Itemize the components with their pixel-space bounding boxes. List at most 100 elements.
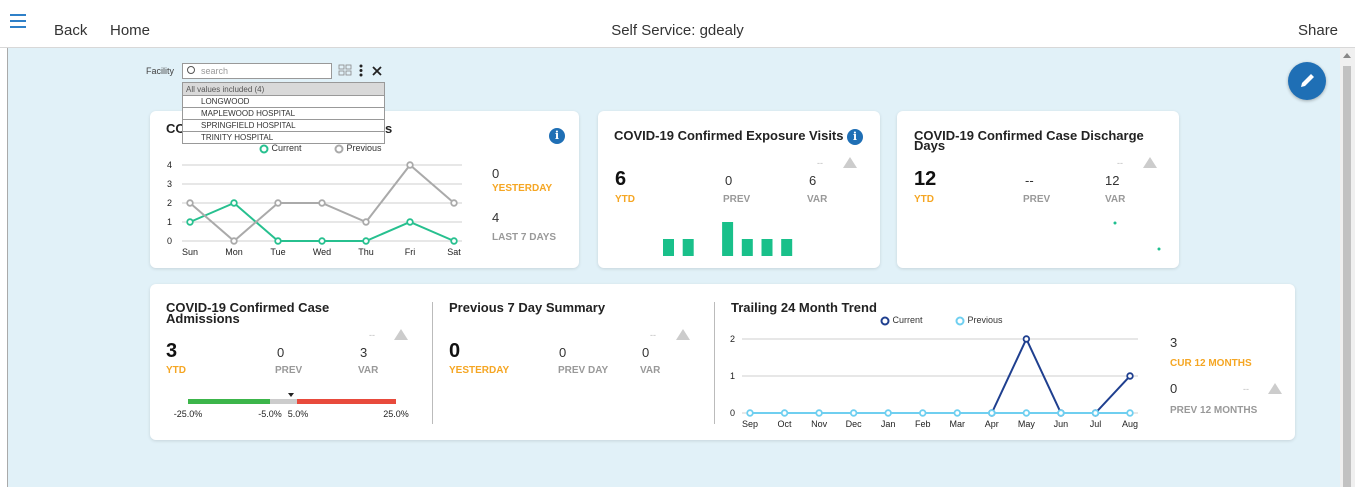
top-bar: Back Home Self Service: gdealy Share [0, 0, 1355, 48]
spark-bar [761, 239, 773, 256]
y-tick-label: 0 [167, 236, 172, 246]
data-point [406, 161, 414, 169]
trend-up-icon [843, 157, 857, 168]
prevday-label: PREV DAY [558, 365, 609, 376]
ytd-value: 3 [166, 340, 178, 362]
prev-label: PREV [1023, 194, 1051, 205]
close-icon[interactable] [372, 66, 382, 76]
prev-value: 0 [277, 345, 285, 360]
yesterday-value: 0 [449, 340, 461, 362]
exposure-visits-card: COVID-19 Confirmed Exposure Visits i -- … [598, 111, 880, 268]
var-label: VAR [807, 194, 828, 205]
card-title: COVID-19 Confirmed Exposure Visits [614, 128, 844, 143]
sparkline-bars [663, 222, 793, 256]
data-point [953, 409, 961, 417]
dash-text: -- [1243, 384, 1249, 394]
x-tick-label: Aug [1122, 419, 1138, 429]
all-values-item[interactable]: All values included (4) [183, 83, 384, 95]
prev-value: -- [1025, 173, 1034, 188]
sparkline-dots [1113, 221, 1161, 251]
y-tick-label: 1 [730, 371, 735, 381]
x-tick-label: Nov [811, 419, 828, 429]
edit-button[interactable] [1288, 62, 1326, 100]
summary-title: Previous 7 Day Summary [449, 300, 606, 315]
prev12-label: PREV 12 MONTHS [1170, 405, 1258, 416]
cur12-value: 3 [1170, 335, 1178, 350]
variance-gauge: -25.0% -5.0% 5.0% 25.0% [174, 393, 409, 419]
data-point [1091, 409, 1100, 417]
facility-option[interactable]: SPRINGFIELD HOSPITAL [183, 119, 384, 131]
yesterday-value: 0 [492, 166, 500, 181]
scrollbar-thumb[interactable] [1343, 66, 1351, 487]
data-point [186, 199, 194, 207]
yesterday-label: YESTERDAY [449, 365, 510, 376]
legend-previous-label: Previous [967, 315, 1003, 325]
x-tick-label: Sun [182, 247, 198, 257]
card-title-line2: Admissions [166, 311, 240, 326]
facility-search-input[interactable]: search [182, 63, 332, 79]
facility-label: Facility [146, 66, 175, 76]
data-point [230, 237, 238, 245]
ytd-label: YTD [166, 365, 186, 376]
last7-value: 4 [492, 210, 500, 225]
data-point [988, 409, 996, 417]
discharge-days-card: COVID-19 Confirmed Case Discharge Days -… [897, 111, 1179, 268]
search-icon [187, 66, 195, 74]
facility-option[interactable]: TRINITY HOSPITAL [183, 131, 384, 143]
var-value: 12 [1105, 173, 1120, 188]
trend-title: Trailing 24 Month Trend [731, 300, 877, 315]
info-icon[interactable]: i [549, 128, 565, 144]
cur12-label: CUR 12 MONTHS [1170, 358, 1252, 369]
data-point [1057, 409, 1065, 417]
vertical-scrollbar[interactable] [1340, 48, 1355, 487]
y-tick-label: 3 [167, 179, 172, 189]
facility-dropdown: All values included (4) LONGWOOD MAPLEWO… [182, 82, 385, 144]
x-tick-label: May [1018, 419, 1036, 429]
y-tick-label: 4 [167, 160, 172, 170]
gauge-tick: 5.0% [288, 409, 309, 419]
data-point [1126, 409, 1134, 417]
dash-text: -- [650, 330, 656, 340]
data-point [884, 409, 892, 417]
spark-bar [682, 239, 694, 256]
legend-previous: Previous [334, 143, 382, 154]
gauge-tick: 25.0% [383, 409, 409, 419]
var-value: 3 [360, 345, 368, 360]
data-point [450, 237, 458, 245]
data-point [186, 218, 194, 226]
scroll-up-icon[interactable] [1343, 53, 1351, 58]
select-all-icon[interactable] [338, 64, 352, 76]
spark-bar [741, 239, 753, 256]
prev12-value: 0 [1170, 381, 1178, 396]
share-link[interactable]: Share [1298, 22, 1338, 39]
x-tick-label: Jan [881, 419, 896, 429]
data-point [318, 199, 326, 207]
x-tick-label: Oct [778, 419, 793, 429]
data-point [780, 409, 789, 417]
summary-var-value: 0 [642, 345, 650, 360]
info-icon[interactable]: i [847, 129, 863, 145]
data-point [1022, 409, 1031, 417]
facility-option[interactable]: MAPLEWOOD HOSPITAL [183, 107, 384, 119]
x-tick-label: Mar [950, 419, 966, 429]
x-tick-label: Dec [846, 419, 863, 429]
data-point [362, 218, 370, 226]
ytd-value: 12 [914, 168, 937, 190]
card-title-line2: Days [914, 138, 946, 153]
x-tick-label: Sep [742, 419, 758, 429]
x-tick-label: Fri [405, 247, 416, 257]
prev-label: PREV [275, 365, 303, 376]
legend-current-label: Current [271, 143, 302, 153]
dash-text: -- [817, 158, 823, 168]
yesterday-label: YESTERDAY [492, 183, 553, 194]
data-point [815, 409, 823, 417]
gauge-pointer-icon [288, 393, 294, 397]
spark-bar [781, 239, 793, 256]
ytd-label: YTD [615, 194, 635, 205]
page-title: Self Service: gdealy [611, 22, 744, 39]
spark-bar [722, 222, 734, 256]
more-options-icon[interactable] [358, 64, 364, 77]
divider [714, 302, 715, 424]
x-tick-label: Mon [225, 247, 243, 257]
facility-option[interactable]: LONGWOOD [183, 95, 384, 107]
